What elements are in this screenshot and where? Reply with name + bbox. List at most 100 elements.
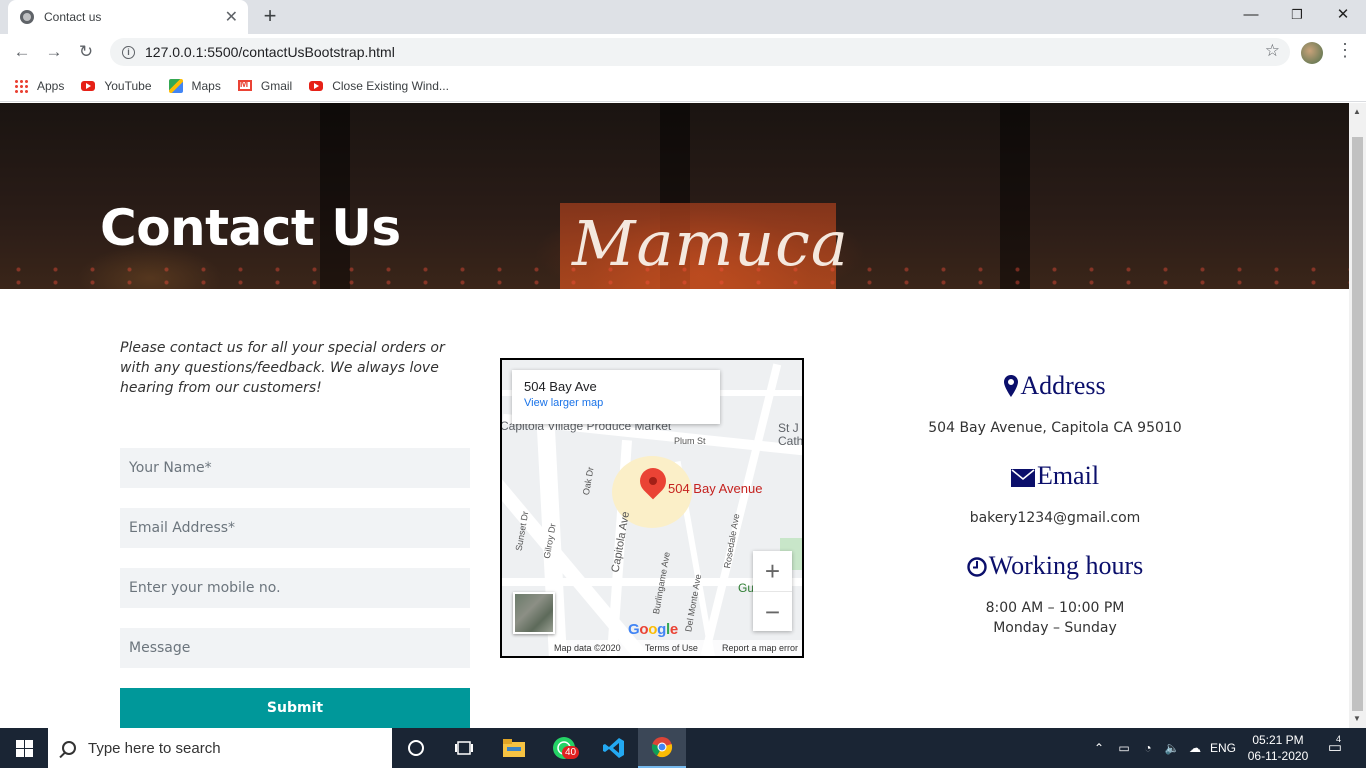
tab-title: Contact us <box>44 10 102 24</box>
google-logo: Google <box>628 621 678 638</box>
reload-button[interactable]: ↻ <box>74 40 98 64</box>
address-heading: Address <box>880 371 1230 404</box>
notifications-icon[interactable]: ▭ 4 <box>1322 728 1348 768</box>
minimize-button[interactable]: — <box>1228 0 1274 30</box>
browser-toolbar: ← → ↻ i 127.0.0.1:5500/contactUsBootstra… <box>0 34 1366 70</box>
scroll-up-icon[interactable]: ▲ <box>1353 107 1361 116</box>
back-button[interactable]: ← <box>10 40 34 64</box>
hours-heading: Working hours <box>880 551 1230 584</box>
hours-heading-text: Working hours <box>988 551 1144 580</box>
close-window-button[interactable]: ✕ <box>1320 0 1366 30</box>
onedrive-icon[interactable]: ☁ <box>1184 728 1206 768</box>
bookmark-label: YouTube <box>104 78 152 93</box>
taskbar-search-placeholder: Type here to search <box>88 739 221 757</box>
whatsapp-badge: 40 <box>562 746 580 759</box>
google-map[interactable]: Capitola Village Produce Market St J Cat… <box>500 358 804 658</box>
globe-icon <box>20 10 34 24</box>
chrome-icon[interactable] <box>638 728 686 768</box>
satellite-toggle[interactable] <box>513 592 555 634</box>
clock-time: 05:21 PM <box>1252 733 1304 747</box>
youtube-icon <box>81 80 96 91</box>
map-place-title: 504 Bay Ave <box>524 379 597 394</box>
bookmark-gmail[interactable]: Gmail <box>237 78 293 93</box>
email-heading-text: Email <box>1036 461 1100 490</box>
scroll-thumb[interactable] <box>1352 137 1363 711</box>
map-zoom-control: + − <box>753 551 792 631</box>
bookmark-maps[interactable]: Maps <box>168 78 221 93</box>
wifi-icon[interactable]: ◔ <box>1138 728 1158 768</box>
map-data-text: Map data ©2020 <box>554 643 621 653</box>
vscode-icon[interactable] <box>590 728 638 768</box>
submit-button[interactable]: Submit <box>120 688 470 728</box>
name-field[interactable]: Your Name* <box>120 448 470 488</box>
hero-lights <box>0 263 1349 289</box>
hours-days: Monday – Sunday <box>993 620 1117 636</box>
bookmark-star-icon[interactable]: ☆ <box>1265 41 1280 61</box>
windows-logo-icon <box>25 749 33 757</box>
windows-logo-icon <box>16 740 24 748</box>
profile-avatar[interactable] <box>1301 42 1323 64</box>
close-tab-icon[interactable]: ✕ <box>225 7 238 27</box>
envelope-icon <box>1010 464 1035 494</box>
info-icon[interactable]: i <box>122 45 135 59</box>
bookmark-label: Gmail <box>260 78 293 93</box>
forward-button[interactable]: → <box>42 40 66 64</box>
page-scrollbar[interactable]: ▲ ▼ <box>1349 103 1366 728</box>
terms-link[interactable]: Terms of Use <box>645 643 698 653</box>
address-heading-text: Address <box>1020 371 1106 400</box>
windows-taskbar: Type here to search 40 ⌃ ▭ ◔ 🔈 ☁ ENG 05:… <box>0 728 1366 768</box>
page-viewport: Mamuca Contact Us Please contact us for … <box>0 103 1349 728</box>
bookmark-close-windows[interactable]: Close Existing Wind... <box>309 79 449 93</box>
cortana-icon[interactable] <box>392 728 440 768</box>
map-poi-church: St J Catholic <box>778 421 804 448</box>
email-heading: Email <box>880 461 1230 494</box>
tray-overflow-icon[interactable]: ⌃ <box>1090 728 1108 768</box>
windows-logo-icon <box>16 749 24 757</box>
volume-icon[interactable]: 🔈 <box>1162 728 1182 768</box>
browser-tab[interactable]: Contact us ✕ <box>8 0 248 34</box>
clock-icon <box>966 554 987 584</box>
language-indicator[interactable]: ENG <box>1208 728 1238 768</box>
message-field[interactable]: Message <box>120 628 470 668</box>
hero-decoration <box>1000 103 1030 289</box>
notification-count: 4 <box>1336 734 1342 744</box>
search-icon <box>62 741 76 755</box>
windows-logo-icon <box>25 740 33 748</box>
page-title: Contact Us <box>100 199 401 257</box>
view-larger-map-link[interactable]: View larger map <box>524 397 708 409</box>
whatsapp-icon[interactable]: 40 <box>540 728 588 768</box>
url-text[interactable]: 127.0.0.1:5500/contactUsBootstrap.html <box>145 44 395 60</box>
restore-button[interactable]: ❐ <box>1274 0 1320 30</box>
bookmark-youtube[interactable]: YouTube <box>81 78 152 93</box>
map-footer: Map data ©2020 Terms of Use Report a map… <box>550 640 802 656</box>
file-explorer-icon[interactable] <box>490 728 538 768</box>
clock[interactable]: 05:21 PM 06-11-2020 <box>1243 732 1313 764</box>
scroll-down-icon[interactable]: ▼ <box>1353 714 1361 723</box>
battery-icon[interactable]: ▭ <box>1114 728 1134 768</box>
apps-grid-icon <box>14 78 28 93</box>
address-block: Address 504 Bay Avenue, Capitola CA 9501… <box>880 371 1230 438</box>
map-street-label: Oak Dr <box>580 466 596 496</box>
bookmark-label: Close Existing Wind... <box>332 78 449 93</box>
map-street-label: Rosedale Ave <box>721 512 742 570</box>
map-pin-icon <box>1004 374 1019 404</box>
zoom-in-button[interactable]: + <box>753 551 792 591</box>
menu-icon[interactable]: ⋮ <box>1336 40 1354 61</box>
bookmark-apps[interactable]: Apps <box>14 78 64 93</box>
email-field[interactable]: Email Address* <box>120 508 470 548</box>
map-street-label: Plum St <box>674 436 706 446</box>
task-view-icon[interactable] <box>440 728 488 768</box>
taskbar-search[interactable]: Type here to search <box>48 728 392 768</box>
report-error-link[interactable]: Report a map error <box>722 643 798 653</box>
map-street-label: Capitola Ave <box>609 510 633 574</box>
contact-intro: Please contact us for all your special o… <box>120 340 445 396</box>
zoom-out-button[interactable]: − <box>753 591 792 631</box>
new-tab-button[interactable]: + <box>258 4 282 28</box>
gmail-icon <box>237 79 252 91</box>
address-bar[interactable]: i 127.0.0.1:5500/contactUsBootstrap.html… <box>110 38 1290 66</box>
address-text: 504 Bay Avenue, Capitola CA 95010 <box>928 420 1182 436</box>
maps-icon <box>168 78 183 93</box>
email-text: bakery1234@gmail.com <box>969 510 1141 526</box>
mobile-field[interactable]: Enter your mobile no. <box>120 568 470 608</box>
start-button[interactable] <box>0 728 48 768</box>
